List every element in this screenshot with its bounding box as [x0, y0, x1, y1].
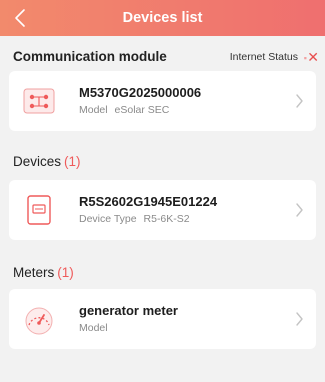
module-model-value: eSolar SEC [114, 104, 170, 116]
meter-model-label: Model [79, 322, 108, 334]
top-nav-bar: Devices list [0, 0, 325, 36]
module-model: Model eSolar SEC [79, 104, 169, 116]
meter-card[interactable]: generator meter Model [9, 289, 316, 349]
devices-heading: Devices [13, 154, 62, 169]
meters-count: (1) [57, 265, 74, 280]
page-title: Devices list [122, 10, 203, 26]
inverter-icon [27, 195, 51, 225]
internet-status-label: Internet Status [229, 51, 298, 63]
device-type-value: R5-6K-S2 [143, 213, 190, 225]
meters-section-header: Meters (1) [0, 261, 325, 285]
meters-heading: Meters [13, 265, 55, 280]
communication-module-icon [23, 88, 55, 114]
communication-section-header: Communication module Internet Status ▪ ✕ [0, 45, 325, 69]
devices-section-header: Devices (1) [0, 150, 325, 174]
close-icon[interactable]: ✕ [307, 45, 319, 69]
devices-count: (1) [64, 154, 81, 169]
module-model-label: Model [79, 104, 108, 116]
chevron-right-icon [296, 203, 303, 217]
device-card[interactable]: R5S2602G1945E01224 Device Type R5-6K-S2 [9, 180, 316, 240]
meter-gauge-icon [25, 307, 53, 335]
device-type-label: Device Type [79, 213, 137, 225]
chevron-right-icon [296, 94, 303, 108]
meter-model: Model [79, 322, 112, 334]
device-type: Device Type R5-6K-S2 [79, 213, 190, 225]
meter-name: generator meter [79, 303, 178, 318]
module-serial: M5370G2025000006 [79, 85, 202, 100]
communication-heading: Communication module [13, 49, 167, 64]
device-serial: R5S2602G1945E01224 [79, 194, 218, 209]
chevron-right-icon [296, 312, 303, 326]
communication-module-card[interactable]: M5370G2025000006 Model eSolar SEC [9, 71, 316, 131]
